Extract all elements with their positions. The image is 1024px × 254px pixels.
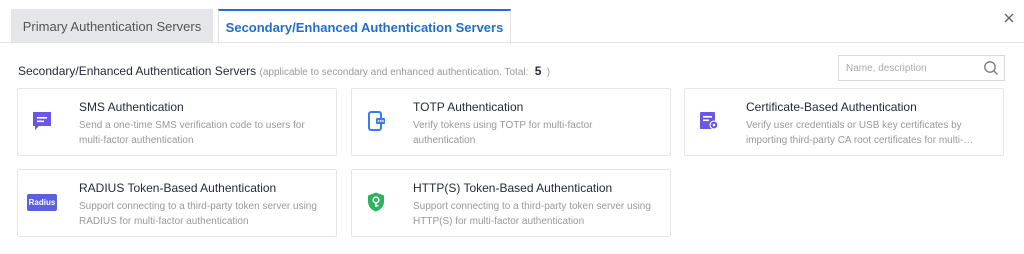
card-description: Verify user credentials or USB key certi… [746,120,964,146]
certificate-icon [698,110,720,132]
search-icon[interactable] [983,60,999,76]
card-description: Verify tokens using TOTP for multi-facto… [413,120,593,146]
sms-icon [31,110,53,132]
close-icon[interactable] [1002,11,1016,25]
card-title: Certificate-Based Authentication [746,100,917,114]
card-radius-token-authentication[interactable]: Radius RADIUS Token-Based Authentication… [17,169,337,237]
card-certificate-authentication[interactable]: Certificate-Based Authentication Verify … [684,88,1004,156]
radius-icon: Radius [27,194,57,211]
section-title: Secondary/Enhanced Authentication Server… [18,64,257,78]
card-sms-authentication[interactable]: SMS Authentication Send a one-time SMS v… [17,88,337,156]
card-title: HTTP(S) Token-Based Authentication [413,181,613,195]
tab-bar: Primary Authentication Servers Secondary… [0,0,1024,44]
card-description: Support connecting to a third-party toke… [79,201,317,227]
tab-primary-auth-servers[interactable]: Primary Authentication Servers [11,9,213,43]
section-note-end: ) [546,67,551,78]
card-description: Send a one-time SMS verification code to… [79,120,305,146]
tab-divider [0,42,1024,43]
tab-secondary-enhanced-auth-servers[interactable]: Secondary/Enhanced Authentication Server… [218,9,511,44]
card-description: Support connecting to a third-party toke… [413,201,651,227]
card-title: RADIUS Token-Based Authentication [79,181,277,195]
search-box [838,55,1005,81]
card-title: SMS Authentication [79,100,184,114]
card-https-token-authentication[interactable]: HTTP(S) Token-Based Authentication Suppo… [351,169,671,237]
card-totp-authentication[interactable]: TOTP Authentication Verify tokens using … [351,88,671,156]
search-input[interactable] [839,56,974,80]
totp-icon [365,110,387,132]
shield-key-icon [365,191,387,213]
card-title: TOTP Authentication [413,100,524,114]
section-heading: Secondary/Enhanced Authentication Server… [18,64,550,78]
total-count: 5 [534,64,542,78]
section-note: (applicable to secondary and enhanced au… [259,67,529,78]
